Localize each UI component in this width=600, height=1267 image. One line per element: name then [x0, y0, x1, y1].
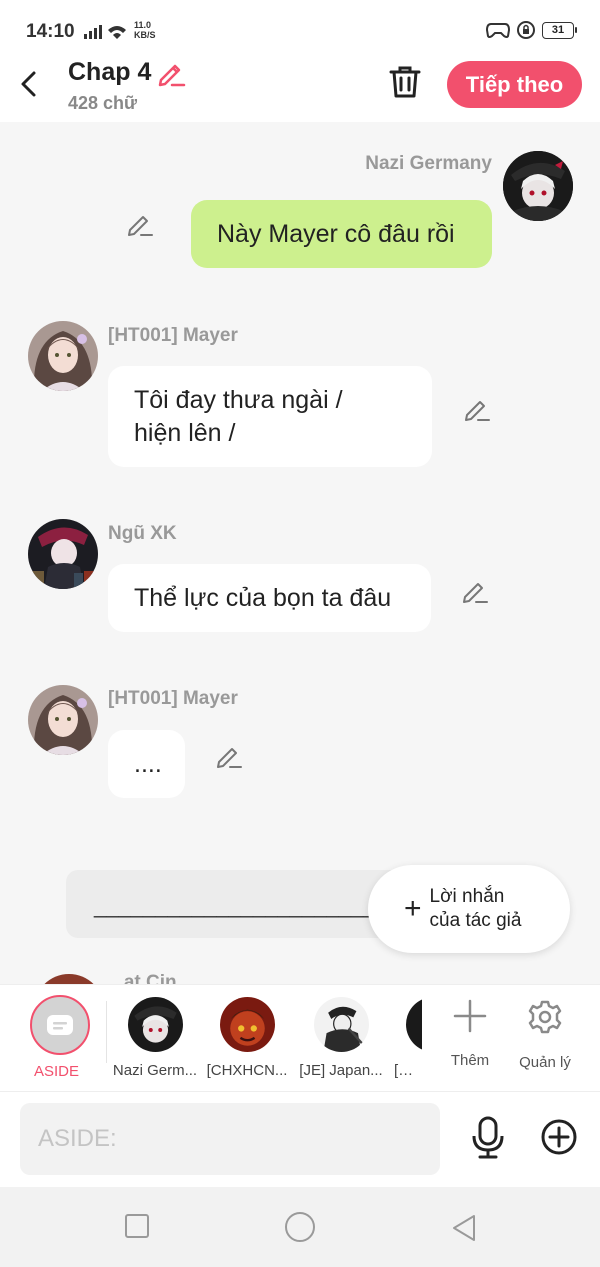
avatar-image — [28, 519, 98, 589]
avatar[interactable] — [28, 321, 98, 391]
status-right: 31 — [486, 20, 577, 40]
message-bubble[interactable]: Tôi đay thưa ngài / hiện lên / — [108, 366, 432, 467]
character-name: [CHXHCN... — [206, 1062, 288, 1079]
system-nav-bar — [0, 1187, 600, 1267]
input-bar — [0, 1092, 600, 1187]
edit-message-pencil-icon[interactable] — [215, 742, 243, 770]
status-time: 14:10 — [26, 21, 75, 42]
add-circle-icon[interactable] — [540, 1118, 578, 1156]
chapter-header: Chap 4 428 chữ Tiếp theo — [0, 58, 600, 122]
battery-icon: 31 — [542, 21, 577, 39]
recent-apps-icon[interactable] — [124, 1213, 150, 1239]
sender-name: Nazi Germany — [365, 153, 492, 174]
rotation-lock-icon — [517, 21, 535, 39]
avatar-image — [28, 321, 98, 391]
edit-message-pencil-icon[interactable] — [463, 395, 491, 423]
author-note-button[interactable]: + Lời nhắn của tác giả — [368, 865, 570, 953]
edit-title-pencil-icon[interactable] — [156, 58, 186, 88]
add-character-button[interactable]: Thêm — [435, 999, 505, 1069]
back-nav-icon[interactable] — [450, 1213, 478, 1243]
sender-name: [HT001] Mayer — [108, 688, 238, 709]
message-text: Thể lực của bọn ta đâu — [134, 583, 392, 612]
message-bubble[interactable]: Thể lực của bọn ta đâu — [108, 564, 431, 632]
sender-name: ...at Cin... — [108, 972, 193, 984]
chat-area: Nazi Germany Này Mayer cô đâu rồi [HT001… — [0, 122, 600, 984]
character-nazi-germany[interactable]: Nazi Germ... — [110, 997, 200, 1079]
add-label: Thêm — [450, 1052, 490, 1069]
gamepad-icon — [486, 23, 510, 38]
avatar-image — [28, 685, 98, 755]
author-note-label: Lời nhắn của tác giả — [429, 886, 522, 931]
home-icon[interactable] — [284, 1211, 316, 1243]
signal-icon — [84, 25, 126, 39]
character-name: Nazi Germ... — [112, 1062, 198, 1079]
back-button[interactable] — [14, 66, 42, 102]
message-text: Này Mayer cô đâu rồi — [217, 219, 455, 248]
divider — [106, 1001, 107, 1063]
character-name: [JE] Japan... — [299, 1062, 383, 1079]
avatar — [313, 997, 369, 1052]
avatar-image — [503, 151, 573, 221]
message-text: .... — [134, 749, 162, 778]
message-bubble[interactable]: .... — [108, 730, 185, 798]
plus-icon — [453, 999, 487, 1033]
chevron-left-icon — [21, 71, 36, 97]
sender-name: [HT001] Mayer — [108, 325, 238, 346]
avatar — [219, 997, 275, 1052]
character-chxhcn[interactable]: [CHXHCN... — [202, 997, 292, 1079]
aside-button[interactable] — [30, 995, 90, 1055]
microphone-icon[interactable] — [470, 1116, 506, 1160]
plus-icon: + — [404, 892, 422, 925]
trash-icon[interactable] — [388, 64, 422, 100]
message-bubble[interactable]: Này Mayer cô đâu rồi — [191, 200, 492, 268]
message-input[interactable] — [20, 1103, 440, 1175]
avatar — [127, 997, 183, 1052]
avatar[interactable] — [503, 151, 573, 221]
character-bar: ASIDE Nazi Germ... [CHXHCN... [JE] Japan… — [0, 984, 600, 1092]
avatar[interactable] — [28, 519, 98, 589]
character-japan[interactable]: [JE] Japan... — [296, 997, 386, 1079]
net-speed: 11.0 KB/S — [134, 20, 156, 40]
gear-icon — [528, 1000, 562, 1034]
avatar — [406, 997, 422, 1052]
word-count: 428 chữ — [68, 93, 138, 113]
next-chapter-button[interactable]: Tiếp theo — [447, 61, 582, 108]
avatar — [34, 974, 104, 984]
edit-message-pencil-icon[interactable] — [461, 577, 489, 605]
manage-characters-button[interactable]: Quản lý — [510, 999, 580, 1071]
edit-message-pencil-icon[interactable] — [126, 210, 154, 238]
aside-label: ASIDE — [34, 1063, 80, 1080]
avatar[interactable] — [28, 685, 98, 755]
sender-name: Ngũ XK — [108, 523, 177, 544]
character-usa[interactable]: [USA... — [388, 997, 422, 1079]
chapter-title: Chap 4 — [68, 58, 152, 86]
manage-label: Quản lý — [519, 1054, 571, 1071]
character-name: [USA... — [394, 1062, 422, 1079]
message-text: Tôi đay thưa ngài / hiện lên / — [134, 385, 343, 447]
status-bar: 14:10 11.0 KB/S 31 — [0, 0, 600, 58]
message-icon — [47, 1015, 73, 1035]
